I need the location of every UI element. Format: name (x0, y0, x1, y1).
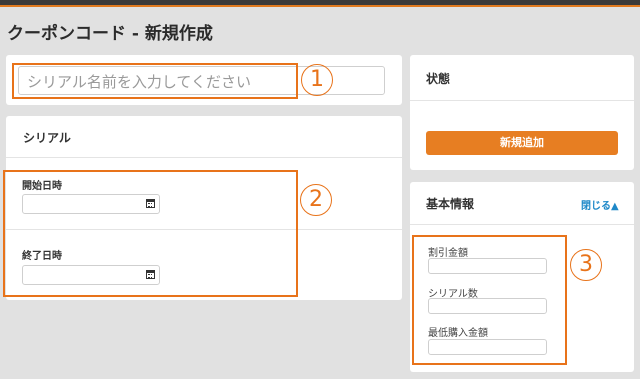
serial-card-divider (6, 157, 402, 158)
callout-number-1: 1 (301, 64, 333, 96)
callout-number-2: 2 (300, 184, 332, 216)
status-card-divider (410, 100, 634, 101)
callout-box-1 (12, 63, 298, 99)
serial-card-title: シリアル (23, 131, 71, 145)
status-card-title: 状態 (426, 72, 451, 86)
collapse-toggle-link[interactable]: 閉じる▲ (581, 197, 619, 212)
callout-number-3: 3 (570, 249, 602, 281)
top-accent-line (0, 5, 640, 7)
callout-box-2 (3, 170, 298, 297)
add-new-button[interactable]: 新規追加 (426, 131, 618, 155)
basic-info-card-title: 基本情報 (426, 197, 475, 211)
page-title: クーポンコード - 新規作成 (7, 24, 213, 44)
basic-info-card-divider (410, 224, 634, 225)
callout-box-3 (412, 235, 567, 365)
